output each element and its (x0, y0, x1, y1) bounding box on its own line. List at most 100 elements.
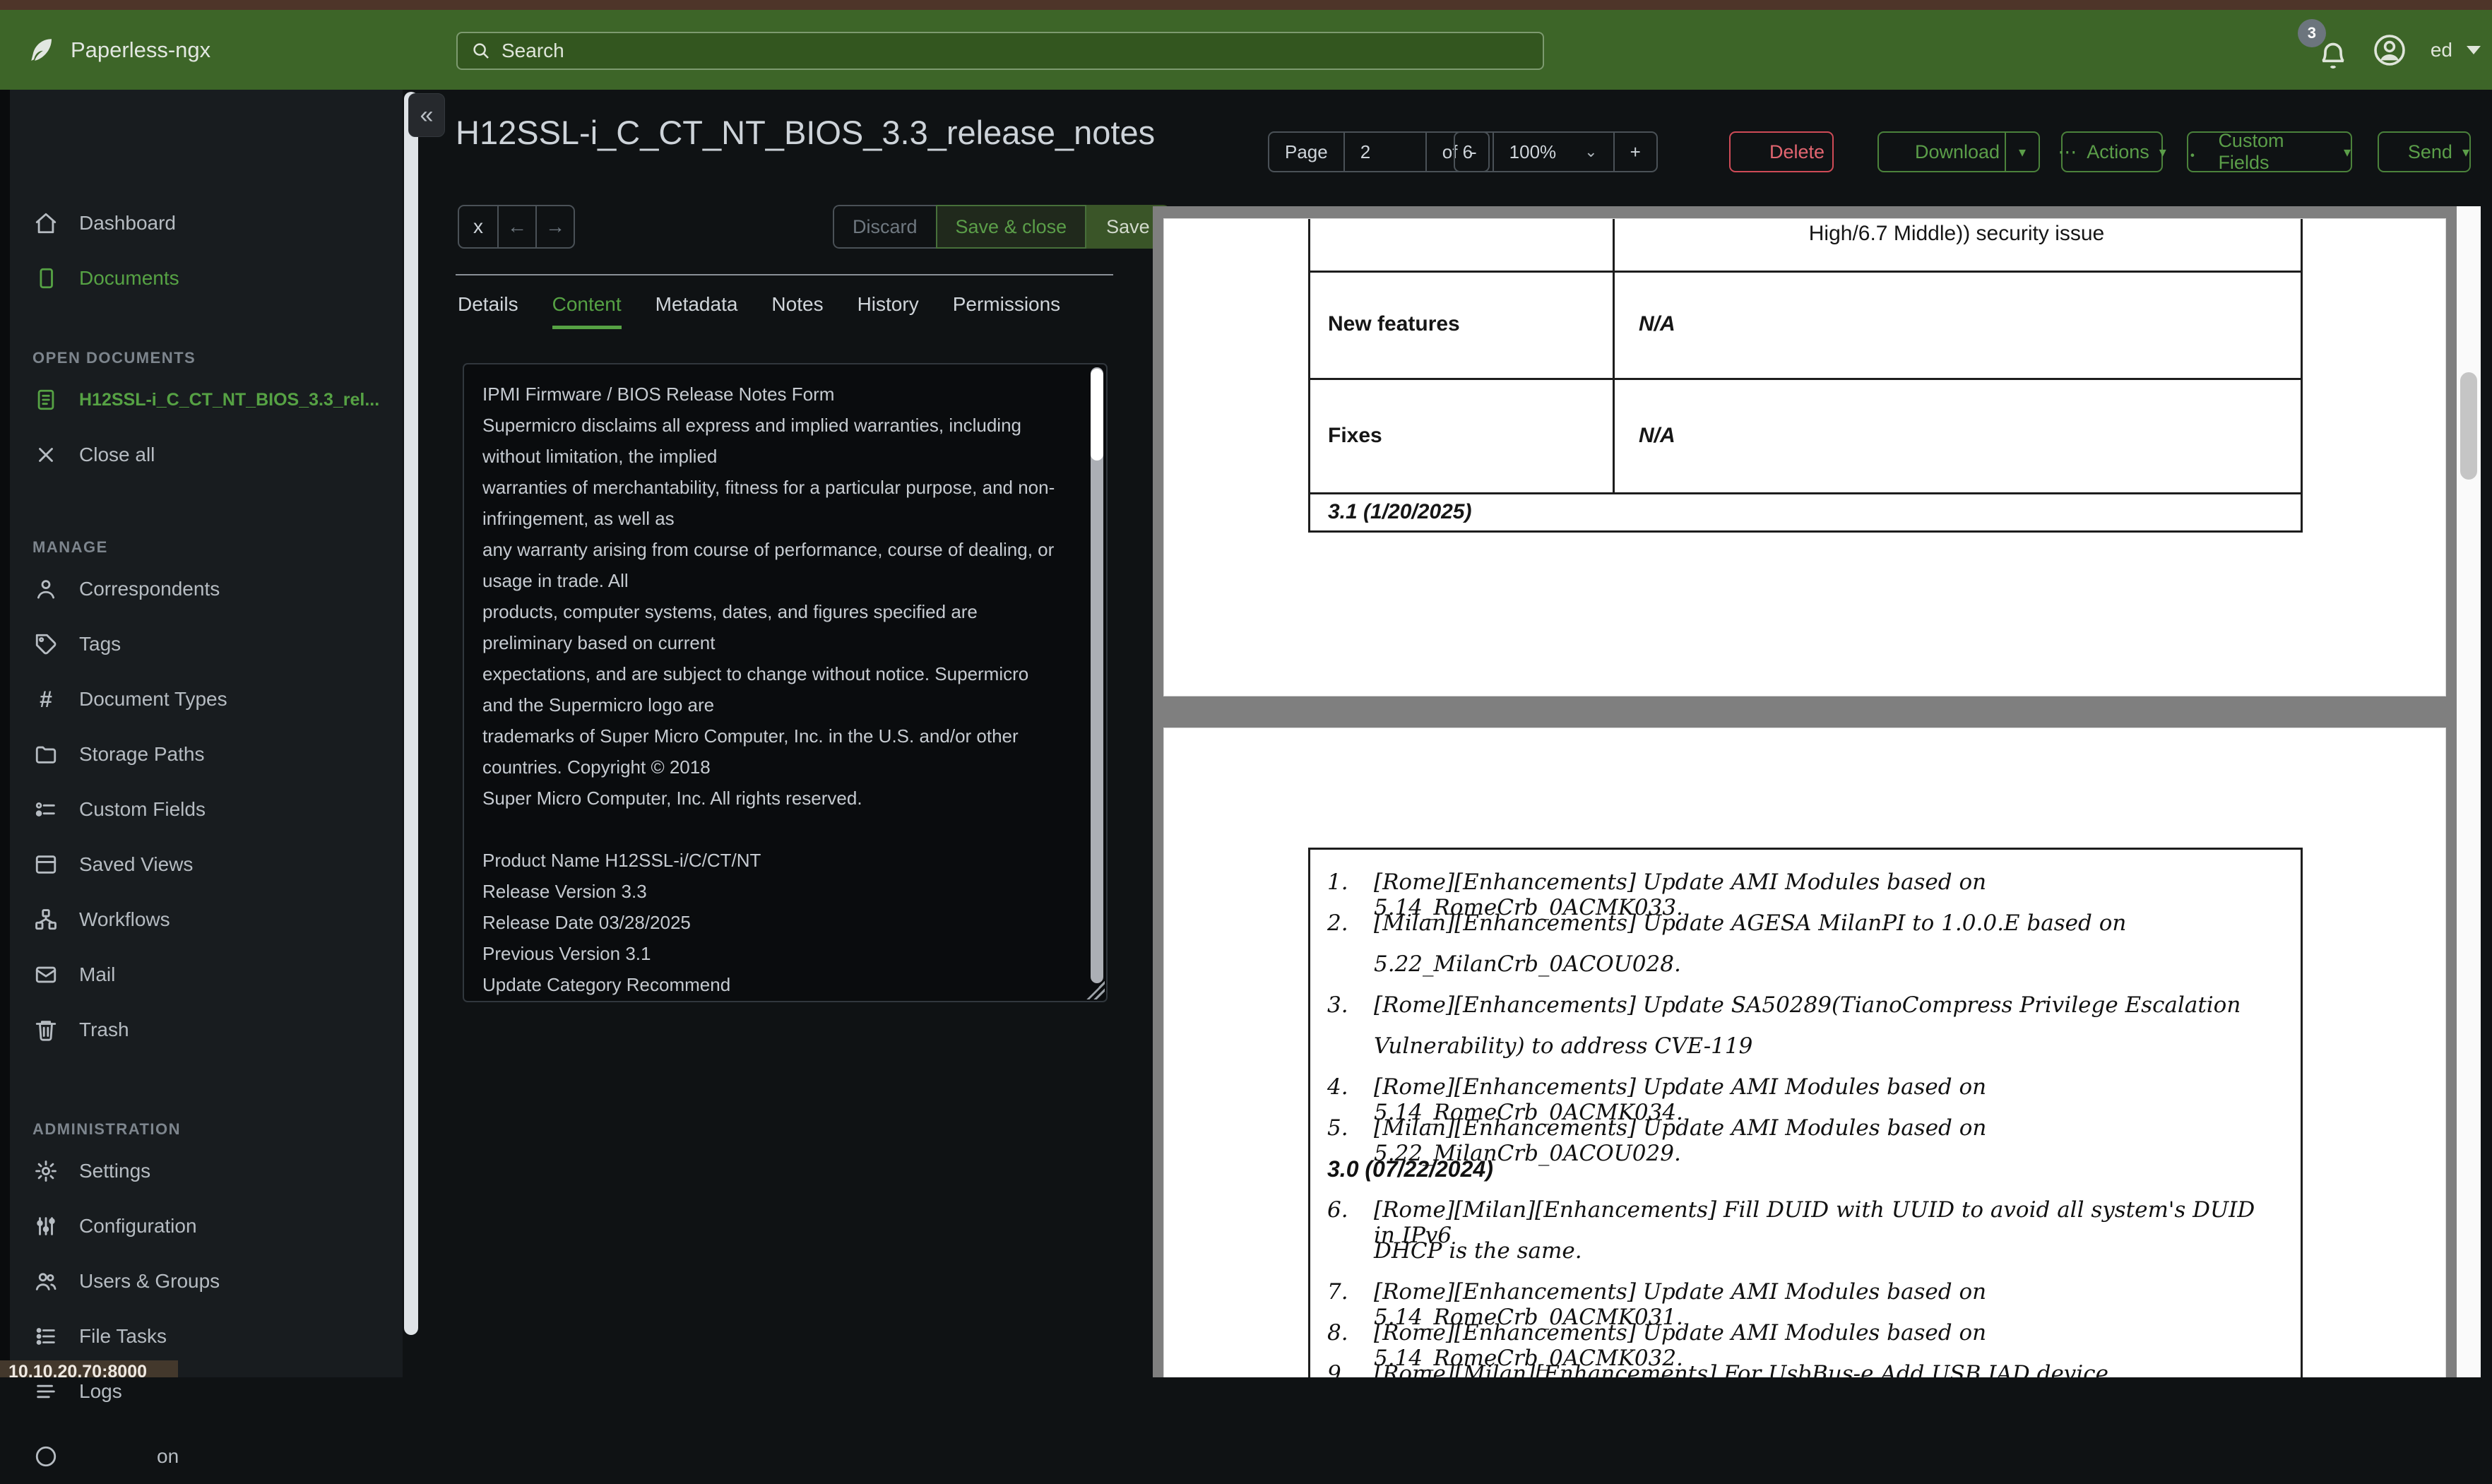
sidebar-item-label: Users & Groups (79, 1270, 220, 1293)
collapse-panel-button[interactable]: « (408, 93, 445, 137)
pdf-cell-security: High/6.7 Middle)) security issue (1613, 222, 2301, 246)
zoom-in-button[interactable]: + (1613, 133, 1656, 171)
previous-document-button[interactable]: ← (497, 206, 535, 247)
pdf-list-number: 9. (1327, 1361, 1355, 1377)
sidebar-item-settings[interactable]: Settings (0, 1144, 403, 1199)
discard-button[interactable]: Discard (833, 205, 936, 249)
delete-label: Delete (1769, 141, 1825, 163)
global-search[interactable] (456, 32, 1544, 70)
sidebar-item-workflows[interactable]: Workflows (0, 892, 403, 947)
save-and-close-button[interactable]: Save & close (936, 205, 1087, 249)
zoom-caret-icon: ⌄ (1584, 143, 1597, 161)
download-label: Download (1915, 141, 2000, 163)
workflow-icon (34, 908, 58, 932)
tag-icon (34, 632, 58, 656)
saved-views-icon (34, 853, 58, 877)
circle-icon (34, 1444, 58, 1468)
sidebar-item-tags[interactable]: Tags (0, 617, 403, 672)
document-nav-group: x ← → (458, 205, 575, 249)
pdf-viewer[interactable]: High/6.7 Middle)) security issue New fea… (1153, 206, 2457, 1377)
sidebar-item-custom-fields[interactable]: Custom Fields (0, 782, 403, 837)
sidebar-item-label: Saved Views (79, 853, 193, 876)
mail-icon (34, 963, 58, 987)
tab-content[interactable]: Content (552, 293, 622, 329)
sidebar-scrollbar[interactable] (404, 92, 418, 1335)
sidebar-item-configuration[interactable]: Configuration (0, 1199, 403, 1254)
document-text-icon (34, 388, 58, 412)
download-button[interactable]: Download (1877, 131, 2006, 172)
pdf-list-line: 3.[Rome][Enhancements] Update SA50289(Ti… (1327, 992, 2274, 1018)
sidebar-item-label: Storage Paths (79, 743, 204, 766)
sidebar-group: MANAGECorrespondentsTags#Document TypesS… (0, 533, 403, 1057)
file-tasks-icon (34, 1324, 58, 1348)
logs-icon (34, 1379, 58, 1403)
pdf-list-text: DHCP is the same. (1327, 1238, 1582, 1264)
textarea-resize-handle[interactable] (1086, 981, 1105, 999)
sidebar-item-file-tasks[interactable]: File Tasks (0, 1309, 403, 1364)
notifications-button[interactable]: 3 (2309, 29, 2349, 71)
sidebar-item-h12ssl-i-c-ct-nt-bios-3-3-rel[interactable]: H12SSL-i_C_CT_NT_BIOS_3.3_rel... (0, 372, 403, 427)
sidebar-item-document-types[interactable]: #Document Types (0, 672, 403, 727)
ellipsis-icon: ⋯ (2058, 141, 2077, 163)
sidebar-item-label: on (79, 1445, 179, 1468)
sidebar-item-users-groups[interactable]: Users & Groups (0, 1254, 403, 1309)
sidebar-item-close-all[interactable]: Close all (0, 427, 403, 482)
pdf-page-2: 1.[Rome][Enhancements] Update AMI Module… (1164, 728, 2445, 1377)
sidebar-item-trash[interactable]: Trash (0, 1002, 403, 1057)
tab-history[interactable]: History (858, 293, 919, 329)
search-input[interactable] (502, 40, 1530, 62)
paperless-app: Paperless-ngx 3 ed Dashboard Documents OPE… (0, 0, 2492, 1377)
zoom-out-button[interactable]: - (1455, 133, 1493, 171)
content-editor: IPMI Firmware / BIOS Release Notes Form … (463, 363, 1108, 1002)
sidebar-group: OPEN DOCUMENTSH12SSL-i_C_CT_NT_BIOS_3.3_… (0, 344, 403, 482)
sidebar-item-partial[interactable]: on (0, 1429, 403, 1484)
user-menu[interactable] (2373, 33, 2407, 67)
pdf-scrollbar-thumb[interactable] (2460, 372, 2477, 480)
send-button[interactable]: Send ▾ (2378, 131, 2471, 172)
pdf-list-line: Vulnerability) to address CVE-119 (1327, 1033, 2274, 1059)
tab-details[interactable]: Details (458, 293, 518, 329)
sidebar-item-label: Mail (79, 963, 115, 986)
next-document-button[interactable]: → (535, 206, 574, 247)
textarea-scrollbar-thumb[interactable] (1091, 369, 1103, 461)
zoom-level-select[interactable]: 100% ⌄ (1493, 133, 1613, 171)
sidebar-section-header: OPEN DOCUMENTS (0, 344, 403, 372)
pdf-page-1: High/6.7 Middle)) security issue New fea… (1164, 219, 2445, 696)
status-url-tooltip: 10.10.20.70:8000 (0, 1360, 178, 1377)
sidebar-item-label: Configuration (79, 1215, 197, 1237)
document-icon (34, 266, 58, 290)
tab-permissions[interactable]: Permissions (953, 293, 1060, 329)
sidebar-item-dashboard[interactable]: Dashboard (0, 196, 403, 251)
sidebar-item-documents[interactable]: Documents (0, 251, 403, 306)
actions-label: Actions (2087, 141, 2149, 163)
brand[interactable]: Paperless-ngx (27, 10, 210, 90)
sidebar-item-label: Dashboard (79, 212, 176, 235)
content-textarea[interactable]: IPMI Firmware / BIOS Release Notes Form … (482, 379, 1076, 1000)
top-navbar: Paperless-ngx 3 ed (0, 10, 2492, 90)
custom-fields-button[interactable]: Custom Fields ▾ (2187, 131, 2352, 172)
pdf-list-line: 5.22_MilanCrb_0ACOU028. (1327, 951, 2274, 977)
actions-caret-icon: ▾ (2159, 143, 2166, 161)
download-icon (1884, 141, 1905, 162)
username[interactable]: ed (2431, 39, 2452, 61)
panel-divider (456, 274, 1113, 275)
tab-metadata[interactable]: Metadata (655, 293, 738, 329)
actions-button[interactable]: ⋯ Actions ▾ (2061, 131, 2163, 172)
sidebar-item-label: Workflows (79, 908, 170, 931)
sidebar-item-label: Logs (79, 1380, 122, 1403)
close-document-button[interactable]: x (459, 206, 497, 247)
page-number-input[interactable] (1360, 141, 1410, 163)
delete-button[interactable]: Delete (1729, 131, 1834, 172)
pdf-list-text: [Rome][Enhancements] Update SA50289(Tian… (1374, 992, 2241, 1018)
sidebar-item-correspondents[interactable]: Correspondents (0, 562, 403, 617)
download-dropdown-button[interactable]: ▾ (2006, 131, 2040, 172)
sidebar-item-mail[interactable]: Mail (0, 947, 403, 1002)
sidebar-item-storage-paths[interactable]: Storage Paths (0, 727, 403, 782)
tab-notes[interactable]: Notes (771, 293, 823, 329)
sidebar-group: Dashboard Documents (0, 196, 403, 306)
window-top-strip (0, 0, 2492, 10)
pdf-cell-value: N/A (1639, 312, 1675, 336)
detail-tabs: Details Content Metadata Notes History Permis… (458, 293, 1060, 329)
person-icon (34, 577, 58, 601)
sidebar-item-saved-views[interactable]: Saved Views (0, 837, 403, 892)
